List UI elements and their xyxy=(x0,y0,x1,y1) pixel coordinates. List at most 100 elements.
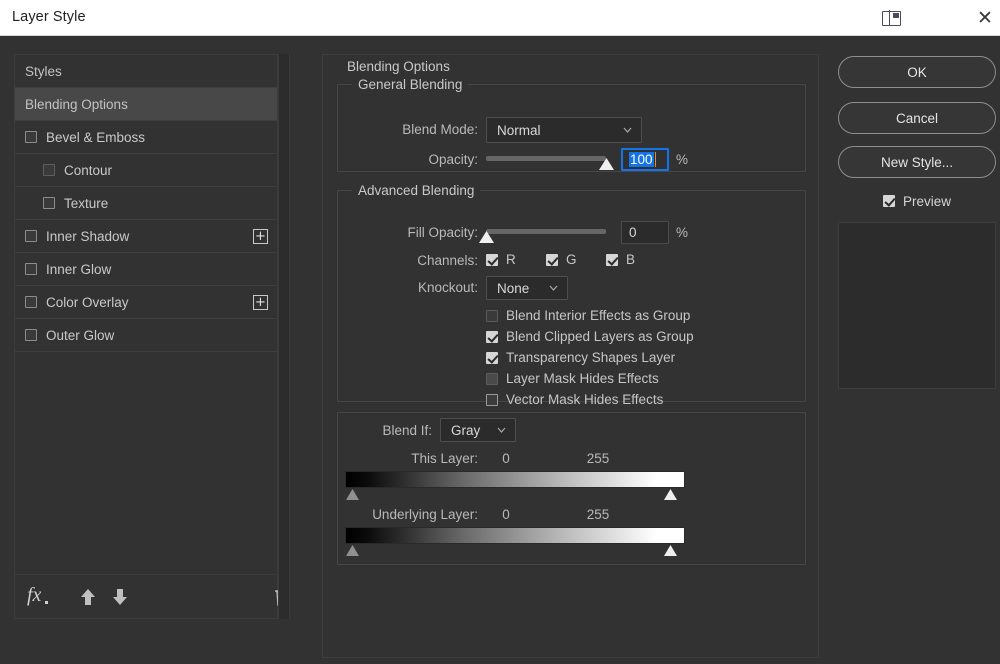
blending-options-panel: Blending Options General Blending Blend … xyxy=(322,54,819,658)
sidebar-item-label: Outer Glow xyxy=(46,327,115,343)
fill-opacity-slider-track[interactable] xyxy=(486,229,606,234)
preview-toggle[interactable]: Preview xyxy=(838,191,996,211)
advanced-blending-legend: Advanced Blending xyxy=(358,183,475,198)
underlying-layer-label: Underlying Layer: xyxy=(372,507,478,522)
sidebar-item-label: Bevel & Emboss xyxy=(46,129,146,145)
blend-mode-label: Blend Mode: xyxy=(402,122,478,137)
this-layer-black-handle[interactable] xyxy=(346,489,359,500)
chevron-down-icon xyxy=(549,285,558,291)
this-layer-white-handle[interactable] xyxy=(664,489,677,500)
opacity-label: Opacity: xyxy=(428,152,478,167)
panel-dock-icon[interactable] xyxy=(882,10,901,26)
sidebar-item-label: Texture xyxy=(64,195,109,211)
fill-opacity-slider-handle[interactable] xyxy=(479,231,494,243)
this-layer-label: This Layer: xyxy=(411,451,478,466)
blend-if-channel-value: Gray xyxy=(451,422,481,438)
opacity-slider-track[interactable] xyxy=(486,156,606,161)
channel-g-checkbox[interactable] xyxy=(546,253,558,266)
option-checkbox[interactable] xyxy=(486,393,498,406)
sidebar-item-bevel-emboss[interactable]: Bevel & Emboss xyxy=(15,121,277,154)
sidebar-item-blending-options[interactable]: Blending Options xyxy=(15,88,277,121)
sidebar-item-contour[interactable]: Contour xyxy=(15,154,277,187)
knockout-value: None xyxy=(497,280,530,296)
underlying-layer-gradient-bar[interactable] xyxy=(345,527,685,544)
channel-b-toggle[interactable]: B xyxy=(606,252,635,267)
arrow-down-icon[interactable] xyxy=(111,587,129,607)
underlying-layer-black-handle[interactable] xyxy=(346,545,359,556)
sidebar-item-texture[interactable]: Texture xyxy=(15,187,277,220)
sidebar-item-styles[interactable]: Styles xyxy=(15,55,277,88)
effect-checkbox[interactable] xyxy=(43,164,55,176)
effect-checkbox[interactable] xyxy=(43,197,55,209)
text-caret xyxy=(654,152,657,167)
sidebar-item-label: Inner Shadow xyxy=(46,228,130,244)
option-checkbox[interactable] xyxy=(486,309,498,322)
effect-checkbox[interactable] xyxy=(25,296,37,308)
this-layer-high-value: 255 xyxy=(586,451,610,466)
fill-opacity-label: Fill Opacity: xyxy=(407,225,478,240)
sidebar-toolbar: fx xyxy=(15,574,289,618)
option-checkbox[interactable] xyxy=(486,372,498,385)
option-checkbox[interactable] xyxy=(486,351,498,364)
arrow-up-icon[interactable] xyxy=(79,587,97,607)
preview-checkbox[interactable] xyxy=(882,195,895,207)
general-blending-legend: General Blending xyxy=(358,77,463,92)
underlying-layer-white-handle[interactable] xyxy=(664,545,677,556)
sidebar-item-inner-glow[interactable]: Inner Glow xyxy=(15,253,277,286)
opacity-input[interactable]: 100 xyxy=(621,148,669,171)
title-bar: Layer Style ✕ xyxy=(0,0,1000,36)
channels-label: Channels: xyxy=(417,253,478,268)
ok-button[interactable]: OK xyxy=(838,56,996,88)
blend-mode-value: Normal xyxy=(497,122,541,138)
blend-if-group: Blend If: Gray This Layer: 0 255 Underly… xyxy=(337,412,806,565)
option-blend-interior-effects-as-group[interactable]: Blend Interior Effects as Group xyxy=(486,308,690,323)
window-title: Layer Style xyxy=(12,9,86,25)
effect-checkbox[interactable] xyxy=(25,329,37,341)
add-effect-icon[interactable]: + xyxy=(253,295,268,310)
cancel-button[interactable]: Cancel xyxy=(838,102,996,134)
add-effect-icon[interactable]: + xyxy=(253,229,268,244)
knockout-dropdown[interactable]: None xyxy=(486,276,568,300)
option-vector-mask-hides-effects[interactable]: Vector Mask Hides Effects xyxy=(486,392,663,407)
sidebar-item-color-overlay[interactable]: Color Overlay + xyxy=(15,286,277,319)
opacity-slider-handle[interactable] xyxy=(599,158,614,170)
channel-r-toggle[interactable]: R xyxy=(486,252,516,267)
channel-b-checkbox[interactable] xyxy=(606,253,618,266)
this-layer-low-value: 0 xyxy=(502,451,510,466)
option-label: Transparency Shapes Layer xyxy=(506,350,676,365)
channel-r-checkbox[interactable] xyxy=(486,253,498,266)
sidebar-item-outer-glow[interactable]: Outer Glow xyxy=(15,319,277,352)
fill-opacity-input[interactable]: 0 xyxy=(621,221,669,244)
sidebar-item-label: Color Overlay xyxy=(46,294,129,310)
sidebar-item-inner-shadow[interactable]: Inner Shadow + xyxy=(15,220,277,253)
option-checkbox[interactable] xyxy=(486,330,498,343)
effect-checkbox[interactable] xyxy=(25,131,37,143)
blend-mode-dropdown[interactable]: Normal xyxy=(486,117,642,143)
sidebar-item-label: Contour xyxy=(64,162,113,178)
styles-list: Styles Blending Options Bevel & Emboss Cont… xyxy=(15,55,277,352)
channel-label: R xyxy=(506,252,516,267)
option-label: Vector Mask Hides Effects xyxy=(506,392,664,407)
option-layer-mask-hides-effects[interactable]: Layer Mask Hides Effects xyxy=(486,371,659,386)
close-icon[interactable]: ✕ xyxy=(975,8,995,28)
fill-opacity-value: 0 xyxy=(629,225,637,240)
sidebar-scrollbar[interactable] xyxy=(278,54,290,619)
blend-if-channel-dropdown[interactable]: Gray xyxy=(440,418,516,442)
channel-g-toggle[interactable]: G xyxy=(546,252,577,267)
effect-checkbox[interactable] xyxy=(25,263,37,275)
sidebar-item-label: Styles xyxy=(25,63,62,79)
layer-style-dialog: Layer Style ✕ Styles Blending Options Beve… xyxy=(0,0,1000,664)
option-blend-clipped-layers-as-group[interactable]: Blend Clipped Layers as Group xyxy=(486,329,694,344)
opacity-value: 100 xyxy=(629,152,654,167)
chevron-down-icon xyxy=(623,127,632,133)
effect-checkbox[interactable] xyxy=(25,230,37,242)
this-layer-gradient-bar[interactable] xyxy=(345,471,685,488)
fx-icon[interactable]: fx xyxy=(27,584,50,607)
option-transparency-shapes-layer[interactable]: Transparency Shapes Layer xyxy=(486,350,675,365)
channel-label: G xyxy=(566,252,577,267)
preview-label: Preview xyxy=(902,193,951,209)
styles-sidebar: Styles Blending Options Bevel & Emboss Cont… xyxy=(14,54,289,619)
channel-label: B xyxy=(626,252,636,267)
new-style-button[interactable]: New Style... xyxy=(838,146,996,178)
chevron-down-icon xyxy=(497,427,506,433)
